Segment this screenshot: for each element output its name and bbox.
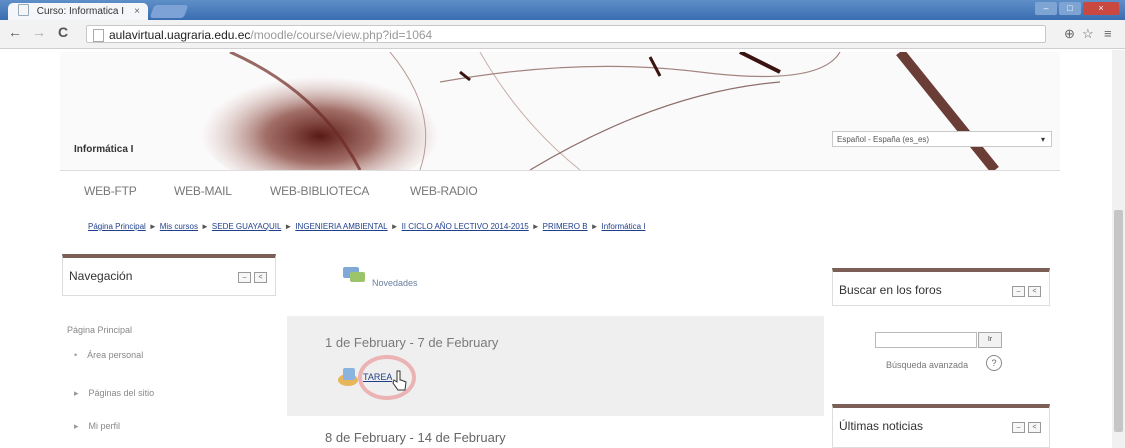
language-value: Español - España (es_es): [837, 135, 930, 144]
link-web-radio[interactable]: WEB-RADIO: [410, 184, 478, 198]
forum-icon: [343, 267, 365, 282]
nav-item-home[interactable]: Página Principal: [67, 325, 132, 335]
news-forum-link[interactable]: Novedades: [372, 278, 418, 288]
help-icon[interactable]: ?: [986, 355, 1002, 371]
collapse-icon[interactable]: –: [238, 272, 251, 283]
breadcrumb-item[interactable]: Mis cursos: [160, 222, 198, 231]
search-go-button[interactable]: Ir: [978, 332, 1002, 348]
browser-toolbar: ← → C aulavirtual.uagraria.edu.ec/moodle…: [0, 20, 1125, 49]
tab-title: Curso: Informatica I: [36, 6, 125, 17]
dock-icon[interactable]: <: [254, 272, 267, 283]
url-host: aulavirtual.uagraria.edu.ec: [109, 28, 251, 42]
breadcrumb-item[interactable]: II CICLO AÑO LECTIVO 2014-2015: [402, 222, 529, 231]
block-controls: – <: [1012, 286, 1041, 297]
breadcrumb-separator: ►: [284, 222, 293, 231]
search-forums-block: Buscar en los foros – <: [832, 268, 1050, 306]
block-title: Últimas noticias: [839, 419, 924, 433]
maximize-button[interactable]: □: [1059, 2, 1081, 15]
dock-icon[interactable]: <: [1028, 422, 1041, 433]
link-web-ftp[interactable]: WEB-FTP: [84, 184, 137, 198]
breadcrumb-separator: ►: [200, 222, 209, 231]
breadcrumb-item[interactable]: Página Principal: [88, 222, 146, 231]
expand-arrow-icon: ▸: [74, 421, 79, 431]
week-section-title: 8 de February - 14 de February: [325, 430, 506, 445]
url-input[interactable]: aulavirtual.uagraria.edu.ec/moodle/cours…: [86, 25, 1046, 43]
zoom-icon[interactable]: ⊕: [1064, 26, 1075, 42]
breadcrumb-item[interactable]: Informática I: [601, 222, 645, 231]
breadcrumb-item[interactable]: SEDE GUAYAQUIL: [212, 222, 282, 231]
forward-arrow-icon[interactable]: →: [32, 24, 46, 40]
navigation-block: Navegación – <: [62, 254, 276, 296]
block-title: Buscar en los foros: [839, 283, 942, 297]
block-controls: – <: [238, 272, 267, 283]
course-header-banner: Informática I Español - España (es_es) ▾: [60, 52, 1060, 171]
chrome-menu-icon[interactable]: ≡: [1104, 26, 1112, 41]
nav-item-site-pages[interactable]: ▸ Páginas del sitio: [74, 388, 154, 399]
browser-tab[interactable]: Curso: Informatica I ×: [8, 3, 148, 20]
browser-tab-strip: Curso: Informatica I × – □ ×: [0, 0, 1125, 20]
scrollbar-thumb[interactable]: [1114, 210, 1123, 432]
week-section-title: 1 de February - 7 de February: [325, 335, 499, 350]
block-controls: – <: [1012, 422, 1041, 433]
collapse-icon[interactable]: –: [1012, 286, 1025, 297]
breadcrumb: Página Principal ► Mis cursos ► SEDE GUAYAQU…: [88, 222, 646, 231]
link-web-biblioteca[interactable]: WEB-BIBLIOTECA: [270, 184, 369, 198]
collapse-icon[interactable]: –: [1012, 422, 1025, 433]
minimize-button[interactable]: –: [1035, 2, 1057, 15]
nav-item-label: Páginas del sitio: [88, 388, 155, 398]
latest-news-block: Últimas noticias – <: [832, 404, 1050, 448]
breadcrumb-separator: ►: [531, 222, 540, 231]
block-title: Navegación: [69, 269, 133, 283]
bookmark-star-icon[interactable]: ☆: [1082, 26, 1094, 42]
nav-item-dashboard[interactable]: • Área personal: [74, 350, 143, 360]
nav-item-profile[interactable]: ▸ Mi perfil: [74, 421, 120, 432]
breadcrumb-separator: ►: [590, 222, 599, 231]
breadcrumb-item[interactable]: INGENIERIA AMBIENTAL: [295, 222, 387, 231]
forum-search-input[interactable]: [875, 332, 977, 348]
language-select[interactable]: Español - España (es_es) ▾: [832, 131, 1052, 147]
link-web-mail[interactable]: WEB-MAIL: [174, 184, 232, 198]
new-tab-button[interactable]: [149, 5, 189, 18]
breadcrumb-separator: ►: [390, 222, 399, 231]
expand-arrow-icon: ▸: [74, 388, 79, 398]
tab-close-icon[interactable]: ×: [134, 3, 140, 20]
reload-icon[interactable]: C: [58, 24, 68, 40]
hand-cursor-icon: [392, 370, 407, 391]
nav-item-label: Página Principal: [67, 325, 133, 335]
breadcrumb-item[interactable]: PRIMERO B: [543, 222, 588, 231]
advanced-search-link[interactable]: Búsqueda avanzada: [886, 360, 968, 370]
nav-item-label: Área personal: [87, 350, 144, 360]
course-shortname: Informática I: [74, 144, 134, 155]
bullet-icon: •: [74, 350, 78, 360]
banner-artwork: [200, 52, 999, 170]
custom-menu-bar: WEB-FTP WEB-MAIL WEB-BIBLIOTECA WEB-RADI…: [60, 178, 1060, 204]
page-icon: [93, 29, 104, 42]
page-favicon-icon: [18, 4, 29, 16]
breadcrumb-separator: ►: [148, 222, 157, 231]
close-window-button[interactable]: ×: [1083, 2, 1119, 15]
window-controls: – □ ×: [1035, 2, 1119, 16]
back-arrow-icon[interactable]: ←: [8, 24, 22, 40]
nav-item-label: Mi perfil: [88, 421, 121, 431]
url-path: /moodle/course/view.php?id=1064: [250, 28, 433, 42]
page-scrollbar[interactable]: [1112, 50, 1125, 448]
dock-icon[interactable]: <: [1028, 286, 1041, 297]
chevron-down-icon: ▾: [1040, 135, 1045, 144]
